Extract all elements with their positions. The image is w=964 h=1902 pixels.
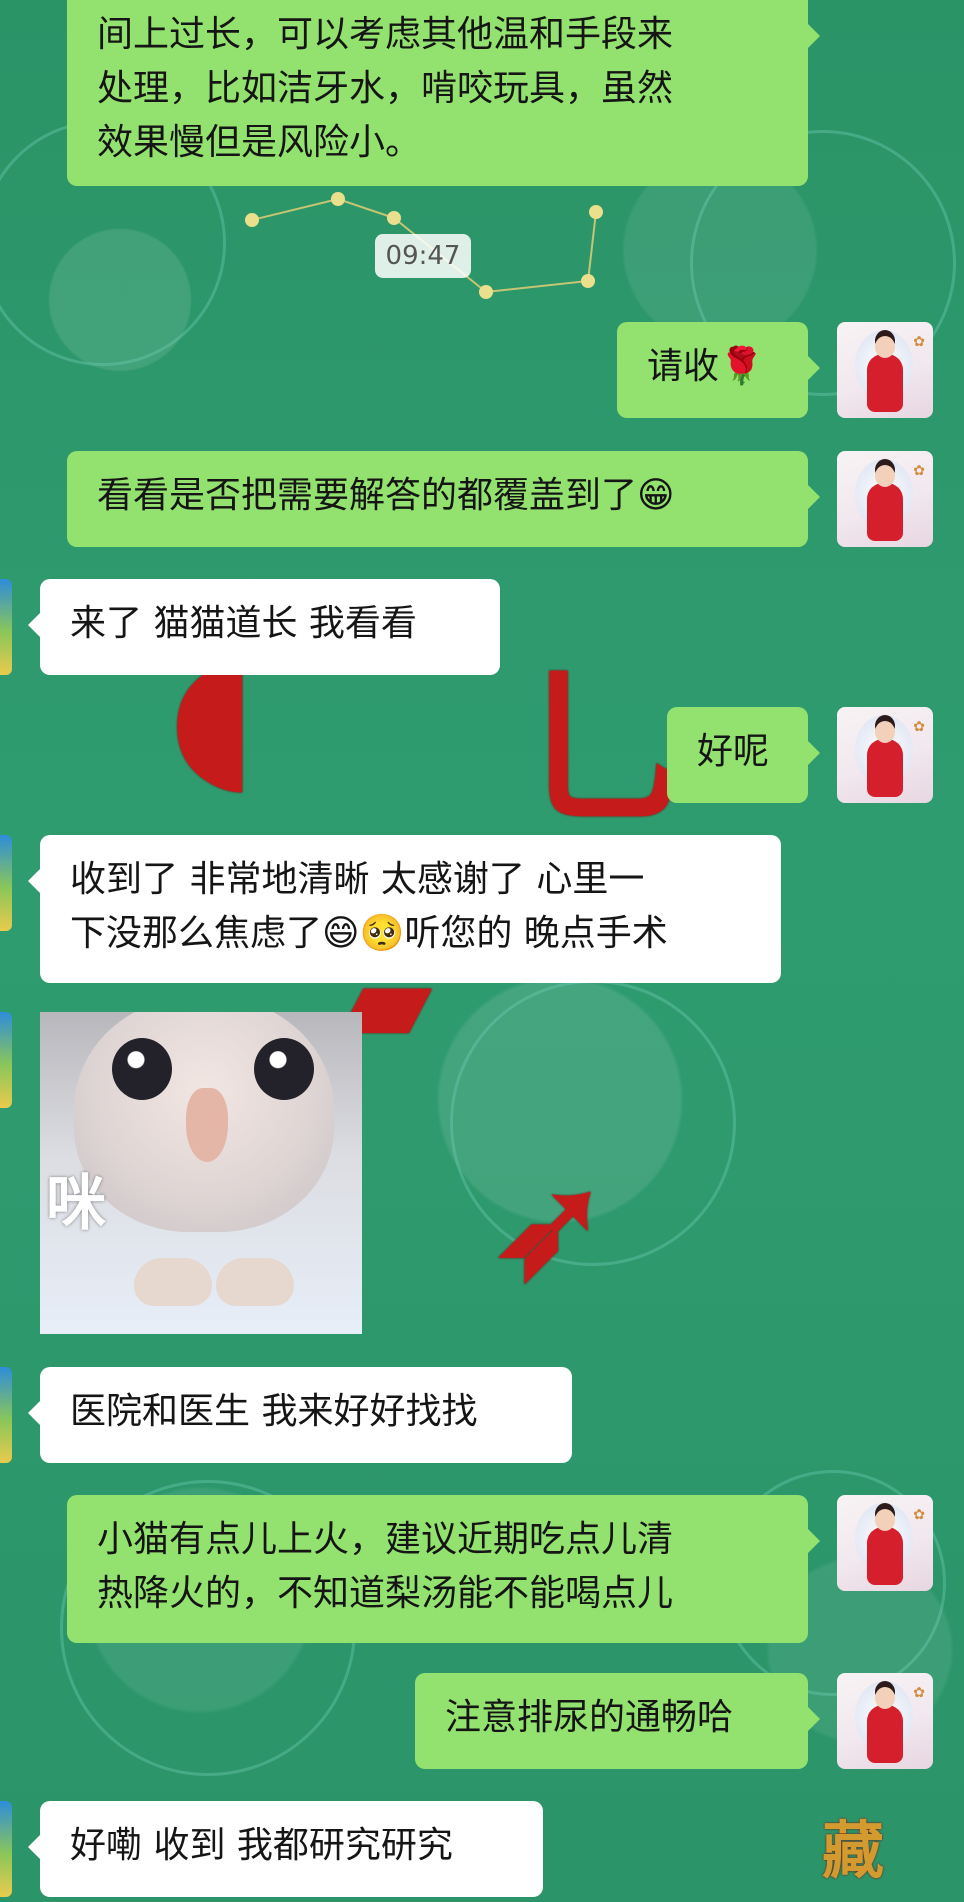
sticker-caption: 咪 bbox=[46, 1169, 106, 1239]
sent-message-bubble[interactable]: 看看是否把需要解答的都覆盖到了😁 bbox=[67, 451, 820, 547]
avatar-red-dress-woman-icon[interactable]: ✿ bbox=[837, 1673, 933, 1769]
avatar-red-dress-woman-icon[interactable]: ✿ bbox=[837, 322, 933, 418]
cat-eye-left bbox=[112, 1038, 172, 1100]
received-message-bubble[interactable]: 好嘞 收到 我都研究研究 bbox=[28, 1801, 543, 1897]
received-message-bubble[interactable]: 来了 猫猫道长 我看看 bbox=[28, 579, 500, 675]
background-red-calligraphy: ➶ bbox=[492, 1145, 610, 1309]
cat-paw-left bbox=[134, 1258, 212, 1306]
cat-paw-right bbox=[216, 1258, 294, 1306]
avatar-landscape-icon[interactable] bbox=[0, 835, 12, 931]
received-message-bubble[interactable]: 医院和医生 我来好好找找 bbox=[28, 1367, 572, 1463]
background-gold-calligraphy: 藏 bbox=[822, 1814, 885, 1887]
avatar-landscape-icon[interactable] bbox=[0, 1801, 12, 1897]
avatar-landscape-icon[interactable] bbox=[0, 1012, 12, 1108]
sent-message-bubble[interactable]: 好呢 bbox=[667, 707, 820, 803]
sent-message-bubble[interactable]: 注意排尿的通畅哈 bbox=[415, 1673, 820, 1769]
cat-eye-right bbox=[254, 1038, 314, 1100]
sent-message-bubble[interactable]: 间上过长，可以考虑其他温和手段来 处理，比如洁牙水，啃咬玩具，虽然 效果慢但是风… bbox=[67, 0, 820, 186]
received-message-bubble[interactable]: 收到了 非常地清晰 太感谢了 心里一 下没那么焦虑了😄🥺听您的 晚点手术 bbox=[28, 835, 781, 983]
timestamp-badge: 09:47 bbox=[375, 234, 471, 278]
avatar-red-dress-woman-icon[interactable]: ✿ bbox=[837, 1495, 933, 1591]
avatar-red-dress-woman-icon[interactable]: ✿ bbox=[837, 707, 933, 803]
sent-message-bubble[interactable]: 小猫有点儿上火，建议近期吃点儿清 热降火的，不知道梨汤能不能喝点儿 bbox=[67, 1495, 820, 1643]
cat-nose bbox=[186, 1088, 228, 1162]
cat-face-graphic bbox=[74, 1012, 334, 1232]
cat-sticker-image[interactable]: 咪 bbox=[40, 1012, 362, 1334]
avatar-landscape-icon[interactable] bbox=[0, 1367, 12, 1463]
sent-message-bubble[interactable]: 请收🌹 bbox=[617, 322, 820, 418]
avatar-landscape-icon[interactable] bbox=[0, 579, 12, 675]
avatar-red-dress-woman-icon[interactable]: ✿ bbox=[837, 451, 933, 547]
background-red-calligraphy: 乚 bbox=[520, 650, 691, 850]
